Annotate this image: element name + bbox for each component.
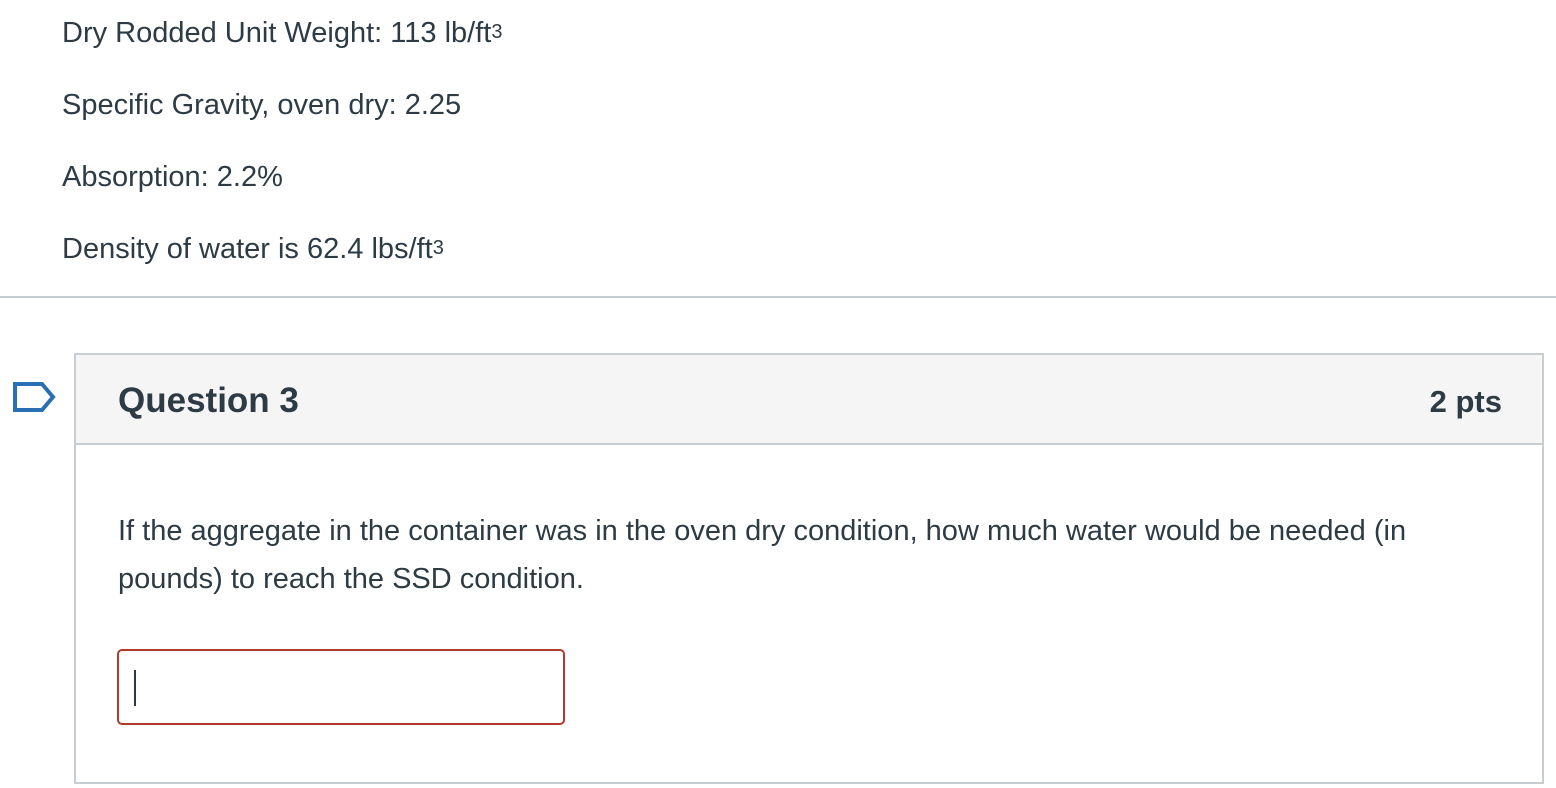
- section-divider: [0, 296, 1556, 298]
- question-card: Question 3 2 pts If the aggregate in the…: [74, 353, 1544, 784]
- text-cursor: [134, 670, 136, 706]
- question-text: If the aggregate in the container was in…: [118, 515, 1407, 595]
- info-line-text: Absorption: 2.2%: [62, 161, 283, 193]
- superscript: 3: [491, 21, 503, 43]
- question-header: Question 3 2 pts: [76, 355, 1542, 445]
- info-line-text: Specific Gravity, oven dry: 2.25: [62, 89, 462, 121]
- flag-question-icon[interactable]: [12, 381, 58, 413]
- answer-input[interactable]: [117, 649, 565, 725]
- density-of-water-line: Density of water is 62.4 lbs/ft3: [62, 232, 444, 269]
- absorption-line: Absorption: 2.2%: [62, 160, 283, 194]
- info-line-text: Dry Rodded Unit Weight: 113 lb/ft: [62, 17, 492, 49]
- info-line-text: Density of water is 62.4 lbs/ft: [62, 233, 433, 265]
- dry-rodded-unit-weight-line: Dry Rodded Unit Weight: 113 lb/ft3: [62, 16, 502, 53]
- quiz-page: Dry Rodded Unit Weight: 113 lb/ft3 Speci…: [0, 0, 1556, 788]
- question-points: 2 pts: [1429, 384, 1502, 419]
- question-title: Question 3: [118, 381, 299, 420]
- superscript: 3: [432, 237, 444, 259]
- specific-gravity-line: Specific Gravity, oven dry: 2.25: [62, 88, 461, 122]
